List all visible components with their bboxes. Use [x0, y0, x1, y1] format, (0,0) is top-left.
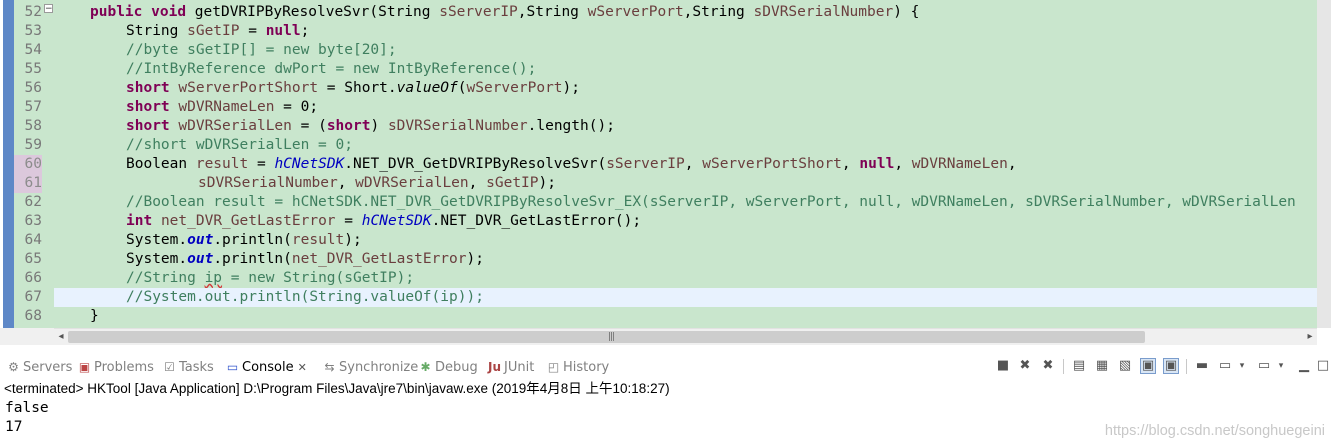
word-wrap-icon[interactable]: ▧: [1117, 358, 1133, 374]
scroll-left-icon[interactable]: ◂: [54, 330, 68, 344]
problems-icon: ▣: [78, 360, 91, 374]
line-number: 60: [14, 155, 42, 174]
line-number: 53: [24, 23, 42, 39]
fold-collapse-icon[interactable]: −: [44, 4, 53, 14]
code-line: System.out.println(result);: [126, 232, 362, 248]
remove-launch-icon[interactable]: ✖: [1017, 358, 1033, 374]
overview-ruler: [0, 0, 14, 328]
tab-debug[interactable]: ✱ Debug: [418, 357, 477, 377]
code-line: public void getDVRIPByResolveSvr(String …: [90, 4, 920, 20]
code-line: //String ip = new String(sGetIP);: [126, 270, 415, 286]
line-number: 68: [24, 308, 42, 324]
code-line: //System.out.println(String.valueOf(ip))…: [126, 289, 484, 305]
toolbar-separator: [1186, 359, 1187, 374]
debug-icon: ✱: [420, 360, 431, 374]
code-line: //Boolean result = hCNetSDK.NET_DVR_GetD…: [126, 194, 1296, 210]
tab-problems[interactable]: ▣ Problems: [77, 357, 154, 377]
line-number: 64: [24, 232, 42, 248]
line-number-gutter: 52 − 53 54 55 56 57 58 59 60 61 62 63 64…: [14, 0, 54, 328]
clear-console-icon[interactable]: ▤: [1071, 358, 1087, 374]
console-icon: ▭: [226, 360, 239, 374]
code-line: sDVRSerialNumber, wDVRSerialLen, sGetIP)…: [198, 175, 556, 191]
line-number: 52: [24, 4, 42, 20]
tab-synchronize[interactable]: ⇆ Synchronize: [322, 357, 418, 377]
chevron-down-icon[interactable]: ▾: [1276, 358, 1286, 374]
synchronize-icon: ⇆: [324, 360, 335, 374]
minimize-icon[interactable]: ▁: [1296, 358, 1312, 374]
tab-tasks[interactable]: ☑ Tasks: [162, 357, 214, 377]
bottom-panel-tabbar: ⚙ Servers ▣ Problems ☑ Tasks ▭ Console ✕ ⇆ Syn…: [0, 352, 1331, 380]
show-on-stderr-icon[interactable]: ▣: [1163, 358, 1179, 374]
line-number: 65: [24, 251, 42, 267]
code-line: }: [90, 308, 99, 324]
maximize-icon[interactable]: □: [1315, 358, 1331, 374]
tab-console[interactable]: ▭ Console ✕: [225, 357, 307, 377]
tab-servers[interactable]: ⚙ Servers: [6, 357, 72, 377]
code-line: //IntByReference dwPort = new IntByRefer…: [126, 61, 537, 77]
open-console-icon[interactable]: ▭: [1256, 358, 1272, 374]
code-area[interactable]: public void getDVRIPByResolveSvr(String …: [54, 0, 1317, 328]
code-line: //byte sGetIP[] = new byte[20];: [126, 42, 397, 58]
tasks-icon: ☑: [164, 360, 175, 374]
code-editor[interactable]: 52 − 53 54 55 56 57 58 59 60 61 62 63 64…: [0, 0, 1331, 328]
line-number: 58: [24, 118, 42, 134]
console-status-line: <terminated> HKTool [Java Application] D…: [4, 381, 670, 396]
line-number: 67: [24, 289, 42, 305]
line-number: 62: [24, 194, 42, 210]
junit-icon: Ju: [487, 360, 501, 374]
display-console-icon[interactable]: ▭: [1217, 358, 1233, 374]
line-number: 54: [24, 42, 42, 58]
ruler-stripe: [3, 0, 14, 328]
history-icon: ◰: [547, 360, 560, 374]
vertical-scrollbar[interactable]: [1317, 0, 1331, 328]
code-line: //short wDVRSerialLen = 0;: [126, 137, 353, 153]
code-line: String sGetIP = null;: [126, 23, 310, 39]
code-line: Boolean result = hCNetSDK.NET_DVR_GetDVR…: [126, 156, 1017, 172]
line-number: 61: [14, 174, 42, 193]
watermark: https://blog.csdn.net/songhuegeini: [1104, 423, 1325, 439]
scrollbar-thumb[interactable]: |||: [68, 331, 1145, 343]
code-line: short wServerPortShort = Short.valueOf(w…: [126, 80, 580, 96]
remove-all-terminated-icon[interactable]: ✖: [1040, 358, 1056, 374]
tab-junit[interactable]: Ju JUnit: [487, 357, 534, 377]
terminate-icon[interactable]: ■: [995, 358, 1011, 374]
console-output-line: false: [5, 400, 49, 416]
line-number: 66: [24, 270, 42, 286]
toolbar-separator: [1063, 359, 1064, 374]
code-line: short wDVRNameLen = 0;: [126, 99, 319, 115]
line-number: 57: [24, 99, 42, 115]
code-line: short wDVRSerialLen = (short) sDVRSerial…: [126, 118, 615, 134]
scrollbar-grip-icon: |||: [608, 332, 615, 342]
line-number: 63: [24, 213, 42, 229]
console-output[interactable]: false 17 https://blog.csdn.net/songhuege…: [0, 399, 1331, 443]
chevron-down-icon[interactable]: ▾: [1237, 358, 1247, 374]
scroll-lock-icon[interactable]: ▦: [1094, 358, 1110, 374]
pin-console-icon[interactable]: ▬: [1194, 358, 1210, 374]
line-number: 59: [24, 137, 42, 153]
code-line: int net_DVR_GetLastError = hCNetSDK.NET_…: [126, 213, 642, 229]
tab-history[interactable]: ◰ History: [546, 357, 609, 377]
horizontal-scrollbar[interactable]: ◂ ||| ▸: [54, 328, 1317, 345]
line-number: 55: [24, 61, 42, 77]
console-output-line: 17: [5, 419, 23, 435]
close-icon[interactable]: ✕: [298, 361, 307, 374]
code-line: System.out.println(net_DVR_GetLastError)…: [126, 251, 484, 267]
show-on-stdout-icon[interactable]: ▣: [1140, 358, 1156, 374]
scrollbar-corner: [0, 328, 54, 345]
scroll-right-icon[interactable]: ▸: [1303, 330, 1317, 344]
servers-icon: ⚙: [8, 360, 19, 374]
line-number: 56: [24, 80, 42, 96]
